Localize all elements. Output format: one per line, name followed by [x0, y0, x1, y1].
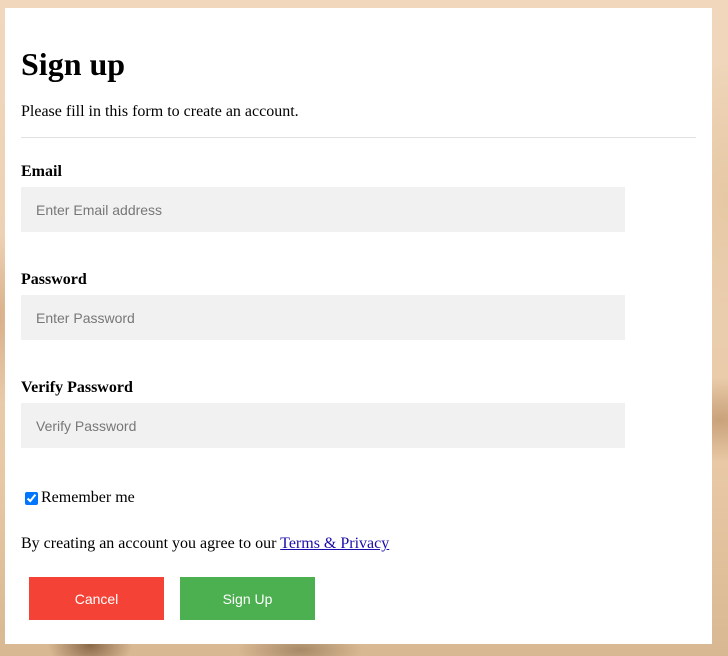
divider — [21, 137, 696, 138]
verify-password-field[interactable] — [21, 403, 625, 448]
password-field[interactable] — [21, 295, 625, 340]
terms-privacy-link[interactable]: Terms & Privacy — [280, 535, 389, 552]
remember-me-checkbox[interactable] — [25, 491, 38, 505]
form-intro-text: Please fill in this form to create an ac… — [21, 103, 299, 120]
email-label: Email — [21, 163, 62, 180]
sign-up-button[interactable]: Sign Up — [180, 577, 315, 620]
terms-agreement-text: By creating an account you agree to our … — [21, 535, 389, 553]
remember-me-row[interactable]: Remember me — [25, 489, 135, 507]
signup-form-card: Sign up Please fill in this form to crea… — [5, 8, 712, 644]
remember-me-label: Remember me — [41, 489, 135, 506]
page-title: Sign up — [21, 46, 126, 82]
verify-password-label: Verify Password — [21, 379, 133, 396]
cancel-button[interactable]: Cancel — [29, 577, 164, 620]
password-label: Password — [21, 271, 87, 288]
agreement-text: By creating an account you agree to our — [21, 535, 281, 552]
email-field[interactable] — [21, 187, 625, 232]
